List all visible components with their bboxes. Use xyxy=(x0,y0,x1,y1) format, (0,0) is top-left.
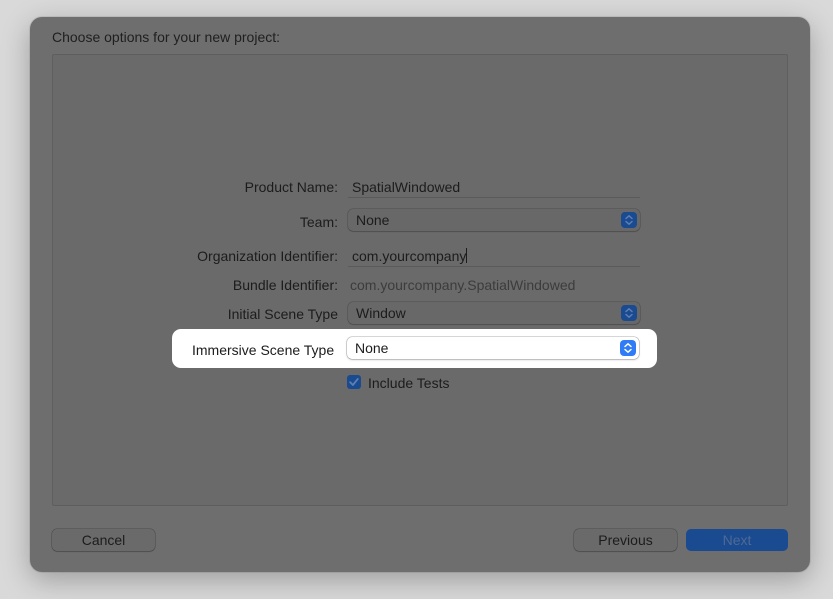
checkmark-icon xyxy=(349,378,359,386)
team-popup[interactable]: None xyxy=(348,209,640,231)
text-cursor xyxy=(466,248,468,263)
chevron-up-down-icon xyxy=(621,305,637,321)
bundle-identifier-label: Bundle Identifier: xyxy=(232,277,338,293)
previous-button[interactable]: Previous xyxy=(574,529,677,551)
bundle-identifier-value: com.yourcompany.SpatialWindowed xyxy=(350,277,576,293)
next-button[interactable]: Next xyxy=(686,529,788,551)
team-popup-value: None xyxy=(356,212,390,228)
include-tests-label: Include Tests xyxy=(368,375,450,391)
immersive-scene-type-label: Immersive Scene Type xyxy=(192,342,335,358)
product-name-label: Product Name: xyxy=(244,179,338,195)
cancel-button[interactable]: Cancel xyxy=(52,529,155,551)
organization-identifier-field[interactable]: com.yourcompany xyxy=(348,245,640,267)
team-label: Team: xyxy=(299,214,338,230)
immersive-scene-type-value: None xyxy=(355,340,389,356)
organization-identifier-value: com.yourcompany xyxy=(352,248,467,264)
include-tests-checkbox[interactable] xyxy=(347,375,361,389)
initial-scene-type-popup[interactable]: Window xyxy=(348,302,640,324)
chevron-up-down-icon xyxy=(620,340,636,356)
initial-scene-type-label: Initial Scene Type xyxy=(227,306,338,322)
immersive-scene-type-highlight: Immersive Scene Type None xyxy=(172,329,657,368)
immersive-scene-type-popup[interactable]: None xyxy=(347,337,639,359)
product-name-field[interactable]: SpatialWindowed xyxy=(348,176,640,198)
initial-scene-type-value: Window xyxy=(356,305,406,321)
dialog-title: Choose options for your new project: xyxy=(52,29,281,45)
organization-identifier-label: Organization Identifier: xyxy=(197,248,338,264)
chevron-up-down-icon xyxy=(621,212,637,228)
new-project-dialog: Choose options for your new project: xyxy=(30,17,810,572)
